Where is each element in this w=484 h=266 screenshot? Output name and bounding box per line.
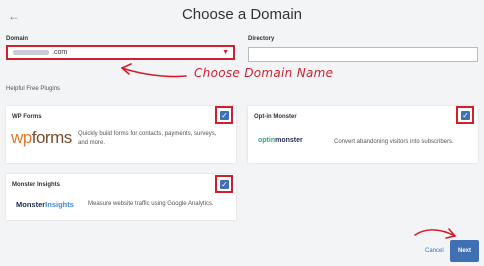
plugin-description: Convert abandoning visitors into subscri… (334, 139, 454, 145)
plugin-title: WP Forms (12, 114, 42, 120)
next-button[interactable]: Next (450, 240, 479, 262)
wpforms-logo: wpforms (11, 128, 72, 147)
checkmark-icon: ✓ (220, 111, 229, 120)
checkmark-icon: ✓ (461, 111, 470, 120)
plugin-card-monsterinsights: Monster Insights Measure website traffic… (6, 174, 236, 220)
monsterinsights-logo: MonsterInsights (16, 200, 74, 209)
optinmonster-logo: optinmonster (258, 137, 303, 144)
plugin-description: Measure website traffic using Google Ana… (88, 201, 214, 207)
plugin-title: Monster Insights (12, 182, 61, 188)
plugin-card-optinmonster: Opt-in Monster Convert abandoning visito… (248, 106, 478, 163)
plugins-heading: Helpful Free Plugins (6, 86, 61, 92)
checkmark-icon: ✓ (220, 180, 229, 189)
plugin-description: Quickly build forms for contacts, paymen… (78, 131, 217, 146)
plugin-checkbox-monsterinsights[interactable]: ✓ (215, 175, 233, 193)
plugin-title: Opt-in Monster (254, 114, 297, 120)
plugin-checkbox-optinmonster[interactable]: ✓ (456, 106, 474, 124)
plugin-checkbox-wpforms[interactable]: ✓ (215, 106, 233, 124)
cancel-button[interactable]: Cancel (425, 248, 444, 254)
annotation-choose-domain: Choose Domain Name (194, 66, 334, 80)
